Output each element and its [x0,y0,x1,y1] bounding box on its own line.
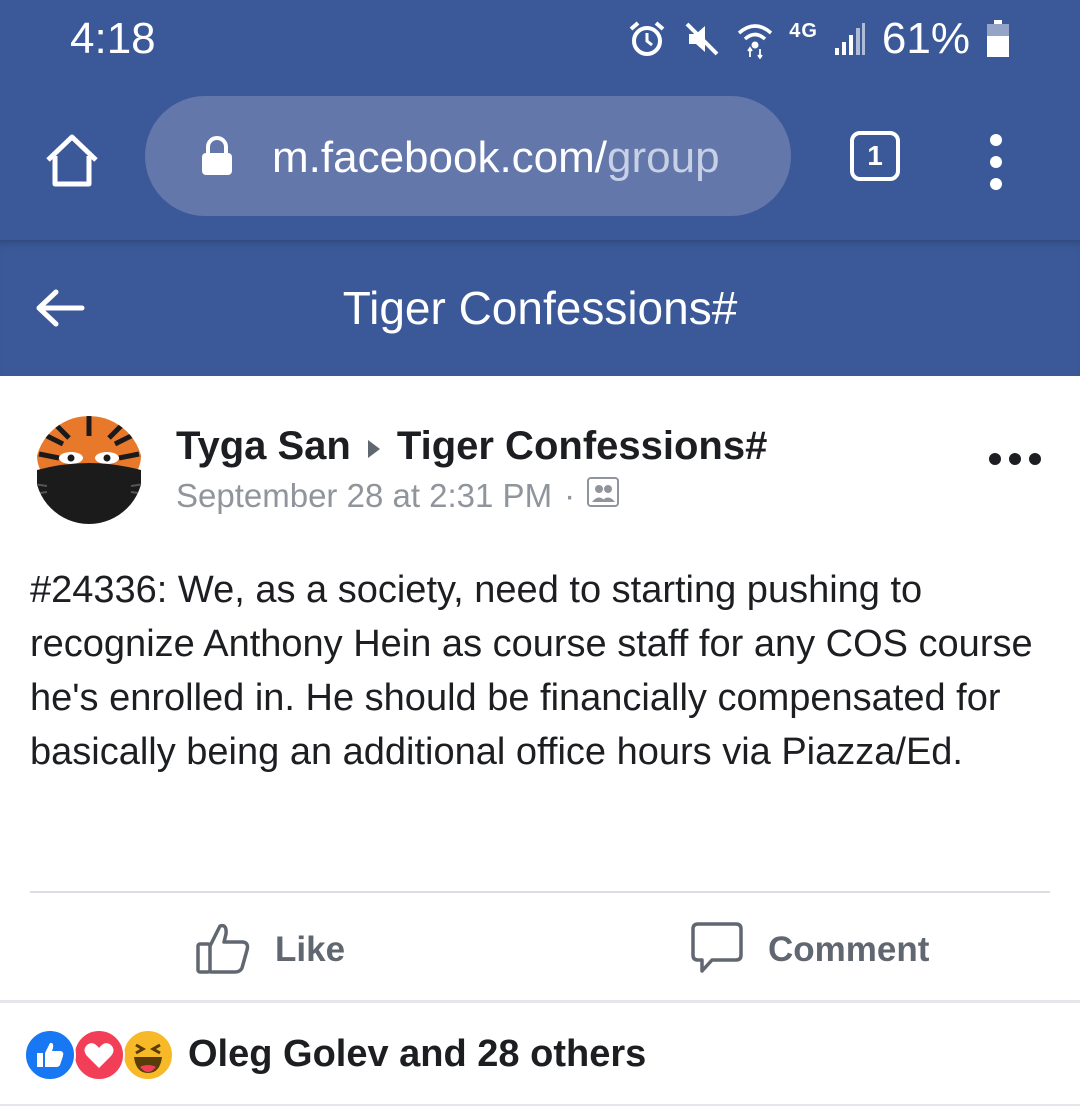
lock-icon [200,136,234,181]
reactions-row[interactable]: Oleg Golev and 28 others [24,1028,647,1081]
post-card: Tyga San Tiger Confessions# September 28… [0,376,1080,1118]
mute-icon [683,20,721,58]
post-meta: September 28 at 2:31 PM · [176,476,620,516]
battery-icon [986,20,1010,58]
post-body: #24336: We, as a society, need to starti… [30,569,1033,773]
status-icons: 4G 61% [627,14,1010,64]
comment-button[interactable]: Comment [690,920,929,980]
meta-separator: · [564,477,576,514]
divider [0,1000,1080,1003]
avatar[interactable] [33,414,145,526]
post-timestamp[interactable]: September 28 at 2:31 PM [176,477,552,515]
url-text: m.facebook.com/group [272,128,767,188]
reaction-icons [24,1029,174,1081]
signal-icon [834,22,866,56]
page-header: Tiger Confessions# [0,240,1080,376]
tab-switcher-button[interactable]: 1 [850,131,900,181]
comment-label: Comment [768,930,930,969]
author-name[interactable]: Tyga San [176,424,351,469]
home-icon[interactable] [42,132,102,188]
comment-icon [690,921,744,980]
status-bar: 4:18 4G 61% [0,0,1080,80]
like-reaction-icon [24,1029,76,1081]
post-options-icon[interactable] [988,451,1042,467]
group-audience-icon [587,477,620,515]
wifi-icon [737,19,773,59]
divider [30,891,1050,893]
network-label: 4G [789,19,818,42]
url-rest: group [607,133,720,182]
thumbs-up-icon [195,920,251,981]
battery-percent: 61% [881,14,970,63]
reactions-summary: Oleg Golev and 28 others [188,1032,647,1075]
like-button[interactable]: Like [195,920,345,980]
page-title: Tiger Confessions# [342,282,738,334]
status-time: 4:18 [70,14,156,63]
alarm-icon [627,19,667,59]
browser-toolbar: m.facebook.com/group 1 [0,80,1080,240]
post-author-line: Tyga San Tiger Confessions# [176,420,767,472]
divider [0,1104,1080,1106]
like-label: Like [275,930,346,969]
url-main: m.facebook.com/ [272,133,608,182]
love-reaction-icon [73,1029,125,1081]
url-bar[interactable]: m.facebook.com/group [145,96,791,216]
arrow-right-icon [367,424,381,469]
more-vertical-icon[interactable] [984,132,1008,192]
haha-reaction-icon [122,1029,174,1081]
group-name[interactable]: Tiger Confessions# [397,424,767,469]
